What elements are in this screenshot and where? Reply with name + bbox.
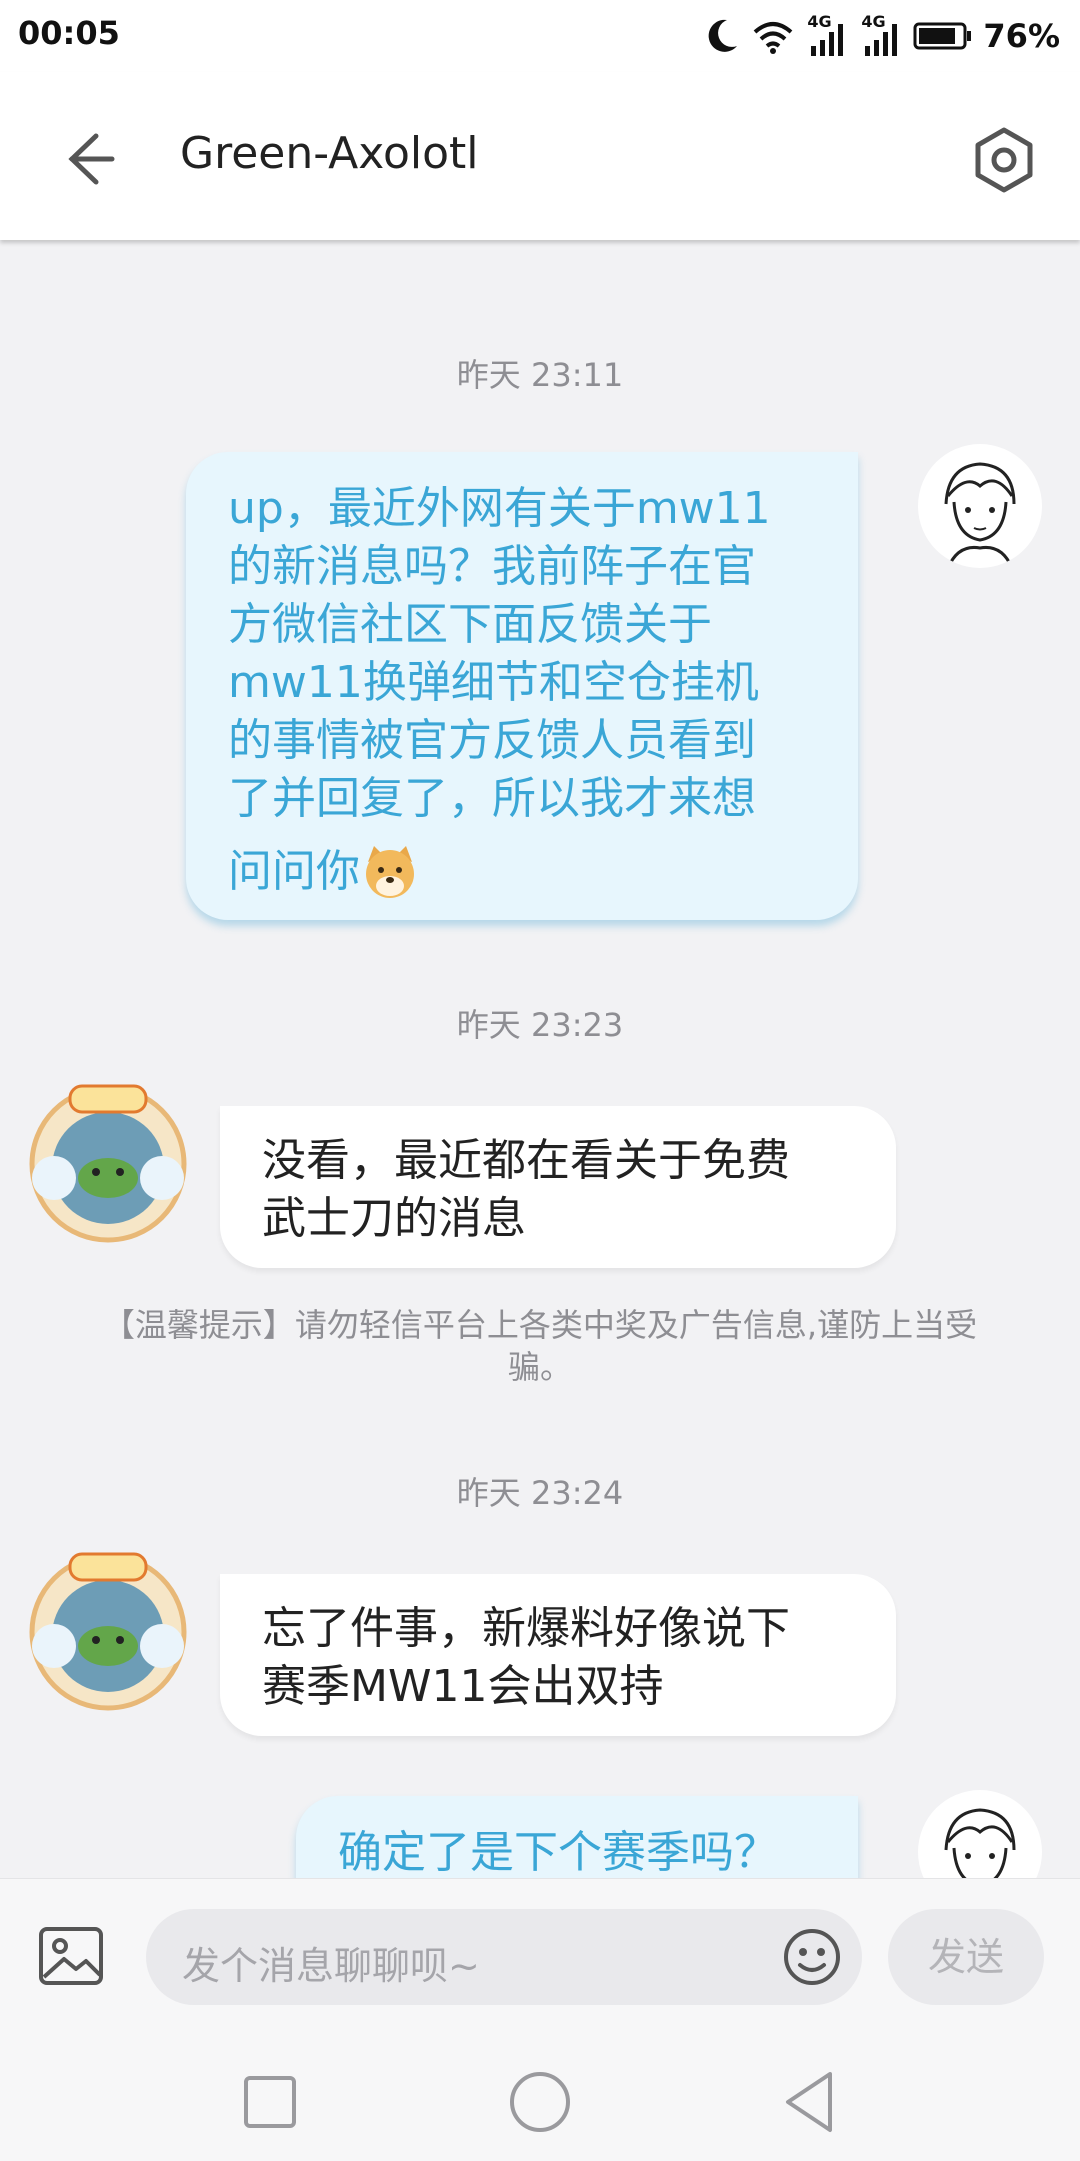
message-line: 了并回复了，所以我才来想: [228, 773, 756, 824]
timestamp: 昨天 23:23: [456, 1006, 624, 1044]
status-time: 00:05: [18, 14, 120, 52]
message-line: 的事情被官方反馈人员看到: [228, 715, 756, 766]
back-arrow-icon[interactable]: [50, 124, 120, 194]
signal-1: 4G: [805, 12, 849, 58]
signal-bars-icon: [865, 24, 898, 56]
signal-2: 4G: [859, 12, 903, 58]
message-line: 赛季MW11会出双持: [262, 1661, 664, 1712]
avatar-contact[interactable]: [20, 1546, 196, 1712]
wifi-icon: [754, 22, 793, 54]
timestamp: 昨天 23:24: [456, 1474, 624, 1512]
message-line: 方微信社区下面反馈关于: [228, 599, 712, 650]
moon-icon: [709, 19, 738, 52]
status-icons: 4G 4G 76%: [701, 12, 1060, 60]
home-circle-icon[interactable]: [500, 2062, 580, 2142]
status-bar: 00:05 4G 4G 76%: [0, 0, 1080, 72]
message-line: 没看，最近都在看关于免费: [262, 1135, 790, 1186]
safety-notice: 【温馨提示】请勿轻信平台上各类中奖及广告信息,谨防上当受骗。: [102, 1306, 978, 1386]
settings-hexagon-icon[interactable]: [968, 124, 1040, 196]
message-bubble-incoming[interactable]: 忘了件事，新爆料好像说下 赛季MW11会出双持: [220, 1574, 896, 1736]
message-line: up，最近外网有关于mw11: [228, 483, 771, 534]
send-button[interactable]: 发送: [888, 1909, 1044, 2005]
avatar-illustration-icon: [29, 1552, 187, 1711]
message-line: 武士刀的消息: [262, 1193, 526, 1244]
message-line: mw11换弹细节和空仓挂机: [228, 657, 759, 708]
message-line: 的新消息吗？我前阵子在官: [228, 541, 756, 592]
avatar-illustration-icon: [29, 1084, 187, 1243]
message-last-line: 问问你: [228, 842, 818, 902]
emoji-icon[interactable]: [780, 1925, 844, 1989]
avatar-contact[interactable]: [20, 1078, 196, 1244]
back-triangle-icon[interactable]: [770, 2062, 850, 2142]
message-line: 确定了是下个赛季吗？: [338, 1827, 778, 1878]
timestamp: 昨天 23:11: [456, 356, 624, 394]
image-picker-icon[interactable]: [36, 1921, 106, 1991]
avatar-sketch-icon: [919, 445, 1041, 568]
doge-emoji-icon: [366, 846, 414, 898]
message-line: 忘了件事，新爆料好像说下: [262, 1603, 790, 1654]
message-bubble-outgoing[interactable]: up，最近外网有关于mw11 的新消息吗？我前阵子在官 方微信社区下面反馈关于 …: [186, 452, 858, 920]
page-title: Green-Axolotl: [180, 128, 479, 179]
message-line: 问问你: [228, 846, 360, 897]
battery-percent: 76%: [983, 17, 1060, 55]
message-bubble-incoming[interactable]: 没看，最近都在看关于免费 武士刀的消息: [220, 1106, 896, 1268]
signal-bars-icon: [811, 24, 844, 56]
message-input-placeholder: 发个消息聊聊呗~: [182, 1944, 480, 1988]
avatar-self[interactable]: [918, 444, 1042, 568]
system-nav-bar: [0, 2040, 1080, 2160]
battery-icon: [913, 22, 972, 50]
chat-header: Green-Axolotl: [0, 72, 1080, 240]
recents-square-icon[interactable]: [230, 2062, 310, 2142]
message-input[interactable]: 发个消息聊聊呗~: [146, 1909, 862, 2005]
